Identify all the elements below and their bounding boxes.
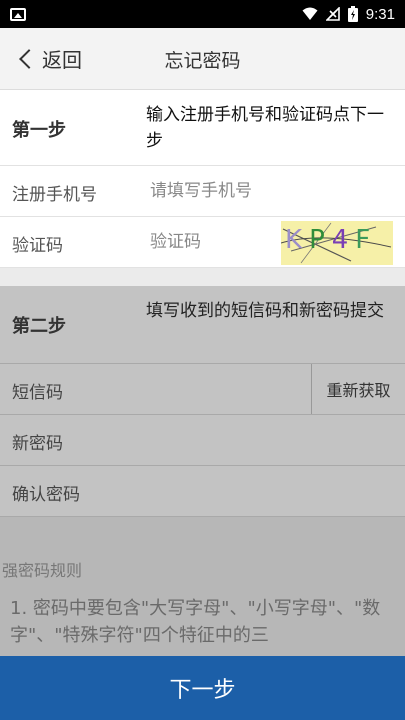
status-bar: 9:31 [0,0,405,28]
new-password-label: 新密码 [12,434,63,454]
phone-input[interactable] [150,176,270,206]
captcha-char: F [355,225,378,255]
phone-label: 注册手机号 [12,185,97,205]
captcha-text: KP4F [285,225,377,255]
step2-header: 第二步 填写收到的短信码和新密码提交 [0,286,405,364]
captcha-char: K [285,225,310,255]
rules-item: 1. 密码中要包含"大写字母"、"小写字母"、"数字"、"特殊字符"四个特征中的… [10,598,381,646]
captcha-image[interactable]: KP4F [281,221,393,265]
app-bar: 返回 忘记密码 [0,28,405,90]
new-password-row: 新密码 [0,415,405,466]
captcha-label: 验证码 [12,236,63,256]
password-rules: 强密码规则 1. 密码中要包含"大写字母"、"小写字母"、"数字"、"特殊字符"… [0,557,405,649]
step2-description: 填写收到的短信码和新密码提交 [146,301,384,321]
battery-icon [347,6,358,22]
step1-section: 第一步 输入注册手机号和验证码点下一步 注册手机号 验证码 KP4F [0,90,405,268]
confirm-password-row: 确认密码 [0,466,405,517]
rules-title: 强密码规则 [2,561,83,580]
section-gap [0,268,405,286]
signal-icon [325,7,340,21]
confirm-password-label: 确认密码 [12,485,80,505]
step1-header: 第一步 输入注册手机号和验证码点下一步 [0,90,405,166]
resend-button[interactable]: 重新获取 [311,364,405,414]
sms-label: 短信码 [12,383,63,403]
next-step-button[interactable]: 下一步 [0,656,405,720]
captcha-row: 验证码 KP4F [0,217,405,268]
step1-label: 第一步 [12,120,66,141]
wifi-icon [302,7,318,20]
status-time: 9:31 [365,5,395,23]
captcha-input[interactable] [150,227,270,257]
gallery-icon [10,7,26,21]
step2-label: 第二步 [12,316,66,337]
captcha-char: 4 [331,225,356,255]
dimmed-area: 第二步 填写收到的短信码和新密码提交 短信码 重新获取 新密码 确认密码 强密码… [0,268,405,720]
step2-section: 第二步 填写收到的短信码和新密码提交 短信码 重新获取 新密码 确认密码 [0,286,405,517]
sms-row: 短信码 重新获取 [0,364,405,415]
step1-description: 输入注册手机号和验证码点下一步 [146,105,384,151]
phone-row: 注册手机号 [0,166,405,217]
page-title: 忘记密码 [164,50,241,72]
captcha-char: P [309,225,332,255]
